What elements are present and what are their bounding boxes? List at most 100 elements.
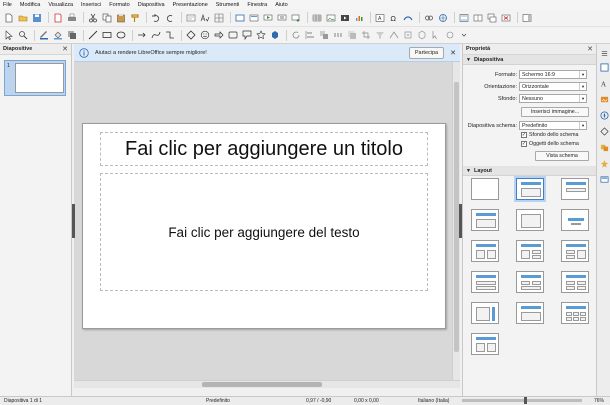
horizontal-scroll-thumb[interactable] xyxy=(202,382,322,387)
start-current-slide-icon[interactable] xyxy=(276,12,287,23)
redo-icon[interactable] xyxy=(164,12,175,23)
curves-icon[interactable] xyxy=(150,30,161,41)
horizontal-scrollbar[interactable] xyxy=(74,380,460,388)
callouts-icon[interactable] xyxy=(241,30,252,41)
orientation-select[interactable]: Orizzontale ▾ xyxy=(519,82,587,91)
layout-six-content[interactable] xyxy=(561,302,589,324)
slides-pane-collapse-handle[interactable] xyxy=(72,204,75,238)
filter-icon[interactable] xyxy=(374,30,385,41)
cut-icon[interactable] xyxy=(87,12,98,23)
status-zoom[interactable]: 76% xyxy=(594,398,604,404)
menu-finestra[interactable]: Finestra xyxy=(247,2,267,8)
clone-format-icon[interactable] xyxy=(129,12,140,23)
animation-icon[interactable] xyxy=(599,158,609,168)
grid-icon[interactable] xyxy=(213,12,224,23)
crop-icon[interactable] xyxy=(360,30,371,41)
display-views-icon[interactable] xyxy=(234,12,245,23)
open-folder-icon[interactable] xyxy=(17,12,28,23)
new-slide-icon[interactable] xyxy=(290,12,301,23)
master-objects-checkbox[interactable]: ✓ Oggetti dello schema xyxy=(521,141,579,147)
layout-content-over-content[interactable] xyxy=(471,271,499,293)
lines-arrows-icon[interactable] xyxy=(136,30,147,41)
shadow-icon[interactable] xyxy=(66,30,77,41)
insert-image-button[interactable]: Inserisci immagine... xyxy=(521,107,589,117)
properties-deck-icon[interactable] xyxy=(599,62,609,72)
rotate-icon[interactable] xyxy=(290,30,301,41)
sidebar-toggle-icon[interactable] xyxy=(521,12,532,23)
layout-title-slide[interactable] xyxy=(471,209,499,231)
flowchart-icon[interactable] xyxy=(227,30,238,41)
layout-vertical-title-text[interactable] xyxy=(471,302,499,324)
line-icon[interactable] xyxy=(87,30,98,41)
toggle-extrusion-icon[interactable] xyxy=(416,30,427,41)
save-icon[interactable] xyxy=(31,12,42,23)
hyperlink-icon[interactable] xyxy=(423,12,434,23)
align-icon[interactable] xyxy=(304,30,315,41)
fontwork-icon[interactable] xyxy=(402,12,413,23)
status-language[interactable]: Italiano (Italia) xyxy=(418,398,449,404)
master-select[interactable]: Predefinito ▾ xyxy=(519,121,587,130)
shadow-toggle-icon[interactable] xyxy=(346,30,357,41)
section-layout-header[interactable]: ▼ Layout xyxy=(463,166,596,176)
3d-objects-icon[interactable] xyxy=(269,30,280,41)
close-icon[interactable]: ✕ xyxy=(587,45,593,53)
slide-layout-icon[interactable] xyxy=(472,12,483,23)
layout-title-only[interactable] xyxy=(561,178,589,200)
export-pdf-icon[interactable] xyxy=(52,12,63,23)
ellipse-icon[interactable] xyxy=(115,30,126,41)
layout-vertical-text[interactable] xyxy=(516,302,544,324)
shapes-icon[interactable] xyxy=(599,126,609,136)
close-icon[interactable]: ✕ xyxy=(62,45,68,53)
print-icon[interactable] xyxy=(66,12,77,23)
stars-icon[interactable] xyxy=(255,30,266,41)
menu-diapositiva[interactable]: Diapositiva xyxy=(138,2,165,8)
layout-two-content[interactable] xyxy=(471,240,499,262)
special-character-icon[interactable]: Ω xyxy=(388,12,399,23)
layout-two-over-content[interactable] xyxy=(516,271,544,293)
new-document-icon[interactable] xyxy=(3,12,14,23)
menu-icon[interactable] xyxy=(599,48,609,58)
menu-modifica[interactable]: Modifica xyxy=(20,2,40,8)
copy-icon[interactable] xyxy=(101,12,112,23)
layout-centered-text[interactable] xyxy=(561,209,589,231)
zoom-slider[interactable] xyxy=(462,399,582,402)
content-placeholder[interactable]: Fai clic per aggiungere del testo xyxy=(100,173,428,291)
master-slides-icon[interactable] xyxy=(599,174,609,184)
layout-content-two-right[interactable] xyxy=(516,240,544,262)
insert-textbox-icon[interactable]: A xyxy=(374,12,385,23)
spelling-icon[interactable] xyxy=(199,12,210,23)
connectors-icon[interactable] xyxy=(164,30,175,41)
master-background-checkbox[interactable]: ✓ Sfondo dello schema xyxy=(521,132,578,138)
header-footer-icon[interactable] xyxy=(458,12,469,23)
layout-vertical-title-two[interactable] xyxy=(471,333,499,355)
styles-icon[interactable]: A xyxy=(599,78,609,88)
start-presentation-icon[interactable] xyxy=(262,12,273,23)
slide-transition-icon[interactable] xyxy=(599,142,609,152)
rectangle-icon[interactable] xyxy=(101,30,112,41)
block-arrows-icon[interactable] xyxy=(213,30,224,41)
layout-blank[interactable] xyxy=(471,178,499,200)
menu-inserisci[interactable]: Inserisci xyxy=(81,2,101,8)
navigator-deck-icon[interactable] xyxy=(599,110,609,120)
more-options-icon[interactable] xyxy=(458,30,469,41)
layout-four-content[interactable] xyxy=(561,271,589,293)
master-slide-icon[interactable] xyxy=(248,12,259,23)
menu-aiuto[interactable]: Aiuto xyxy=(275,2,288,8)
layout-two-left-content[interactable] xyxy=(561,240,589,262)
delete-slide-icon[interactable] xyxy=(500,12,511,23)
menu-presentazione[interactable]: Presentazione xyxy=(173,2,208,8)
background-select[interactable]: Nessuno ▾ xyxy=(519,94,587,103)
interaction-icon[interactable] xyxy=(430,30,441,41)
undo-icon[interactable] xyxy=(150,12,161,23)
paste-icon[interactable] xyxy=(115,12,126,23)
zoom-pan-icon[interactable] xyxy=(17,30,28,41)
line-color-icon[interactable] xyxy=(38,30,49,41)
participate-button[interactable]: Partecipa xyxy=(408,46,445,59)
select-arrow-icon[interactable] xyxy=(3,30,14,41)
points-icon[interactable] xyxy=(388,30,399,41)
section-slide-header[interactable]: ▼ Diapositiva xyxy=(463,55,596,65)
format-select[interactable]: Schermo 16:9 ▾ xyxy=(519,70,587,79)
show-gluepoints-icon[interactable] xyxy=(444,30,455,41)
slide-thumbnail[interactable]: 1 xyxy=(4,60,66,96)
master-view-button[interactable]: Vista schema xyxy=(535,151,589,161)
